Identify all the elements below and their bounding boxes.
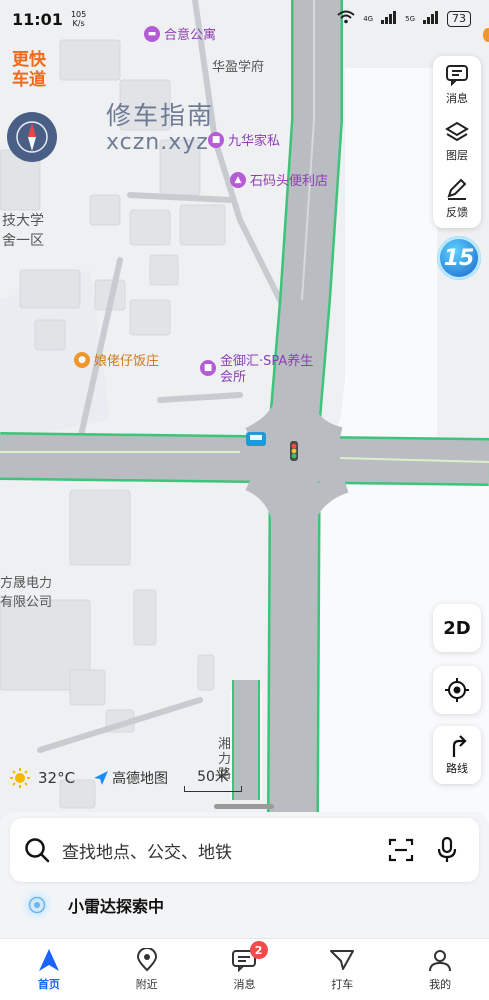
sun-icon: [10, 768, 30, 788]
poi-spa[interactable]: ■ 金御汇·SPA养生 会所: [200, 354, 313, 386]
amap-brand: 高德地图: [93, 768, 168, 788]
poi-power-company[interactable]: 方晟电力 有限公司: [0, 572, 52, 610]
watermark-domain: xczn.xyz: [106, 130, 209, 155]
weather-widget[interactable]: 32°C 高德地图: [10, 768, 168, 788]
user-icon: [429, 949, 452, 971]
search-icon: [25, 838, 50, 863]
tab-messages[interactable]: 消息 2: [196, 939, 294, 1000]
radar-status[interactable]: 小雷达探索中: [22, 890, 164, 920]
watermark-title: 修车指南: [106, 101, 215, 130]
compass-icon: [16, 121, 48, 153]
scale-bar: [184, 786, 242, 792]
poi-family[interactable]: ■ 九华家私: [208, 130, 280, 149]
route-icon: [452, 735, 467, 757]
fast-lane-logo[interactable]: 更快 车道: [12, 50, 46, 90]
battery-indicator: 73: [447, 11, 471, 27]
status-time: 11:01: [12, 9, 63, 29]
restaurant-icon: ●: [74, 351, 90, 368]
feedback-tool-button[interactable]: 反馈: [433, 170, 481, 227]
status-icons: 4G 5G 73: [337, 10, 471, 28]
poi-store[interactable]: ▲ 石码头便利店: [230, 170, 328, 189]
microphone-icon: [437, 837, 457, 862]
edge-indicator: [483, 28, 489, 42]
radar-icon: [22, 890, 52, 920]
temperature: 32°C: [38, 769, 76, 787]
signal-4g-label: 4G: [363, 15, 374, 23]
view-mode-button[interactable]: 2D: [433, 604, 481, 652]
scan-icon: [388, 838, 414, 862]
taxi-icon: [330, 949, 355, 970]
wifi-icon: [337, 10, 355, 28]
level-badge[interactable]: 15: [437, 236, 481, 280]
poi-restaurant[interactable]: ● 娘佬仔饭庄: [74, 350, 159, 369]
status-bar: 11:01 105 K/s 4G 5G 73: [0, 0, 489, 38]
sheet-drag-handle[interactable]: [214, 804, 274, 809]
message-tool-button[interactable]: 消息: [433, 56, 481, 113]
poi-school[interactable]: 华盈学府: [212, 56, 264, 75]
cart-icon: ▲: [230, 171, 246, 188]
layers-tool-button[interactable]: 图层: [433, 113, 481, 170]
bottom-tab-bar: 首页 附近 消息 2 打车 我的: [0, 938, 489, 1000]
tab-taxi[interactable]: 打车: [293, 939, 391, 1000]
poi-university[interactable]: 技大学 舍一区: [2, 210, 44, 250]
search-bar[interactable]: 查找地点、公交、地铁: [10, 818, 479, 882]
signal-icon-2: [423, 10, 439, 28]
message-count-badge: 2: [249, 941, 268, 959]
scan-button[interactable]: [383, 832, 419, 868]
message-icon: [446, 64, 468, 86]
watermark: 修车指南 xczn.xyz: [106, 96, 214, 155]
amap-logo-icon: [94, 771, 109, 785]
search-input[interactable]: 查找地点、公交、地铁: [62, 838, 373, 863]
map-tools-panel: 消息 图层 反馈: [433, 56, 481, 228]
radar-label: 小雷达探索中: [68, 897, 165, 916]
compass-button[interactable]: [7, 112, 57, 162]
signal-icon: [381, 10, 397, 28]
tab-home[interactable]: 首页: [0, 939, 98, 1000]
locate-button[interactable]: [433, 666, 481, 714]
map-scale: 50米: [184, 766, 242, 792]
net-speed: 105 K/s: [70, 10, 87, 28]
home-arrow-icon: [38, 948, 59, 971]
tab-nearby[interactable]: 附近: [98, 939, 196, 1000]
layers-icon: [445, 121, 469, 141]
route-button[interactable]: 路线: [433, 726, 481, 784]
location-pin-icon: [136, 947, 157, 971]
locate-icon: [445, 678, 469, 702]
tab-profile[interactable]: 我的: [391, 939, 489, 1000]
spa-icon: ■: [200, 360, 216, 376]
signal-5g-label: 5G: [405, 15, 415, 23]
voice-button[interactable]: [429, 832, 465, 868]
pencil-icon: [447, 178, 467, 200]
